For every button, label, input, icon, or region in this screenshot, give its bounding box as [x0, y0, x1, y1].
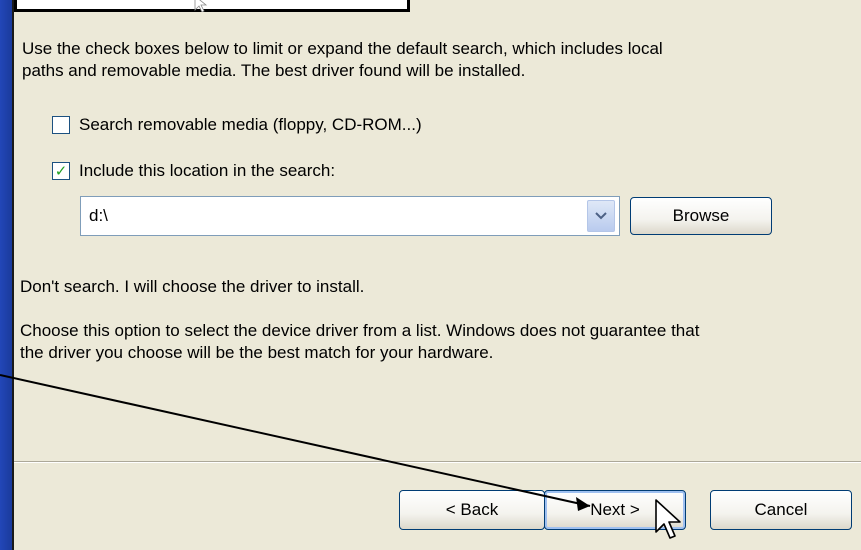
include-location-label[interactable]: Include this location in the search: — [79, 161, 335, 181]
browse-button[interactable]: Browse — [630, 197, 772, 235]
desktop-background-strip — [0, 0, 12, 550]
choose-info-line-2: the driver you choose will be the best m… — [20, 343, 494, 362]
removable-media-checkbox[interactable] — [52, 116, 70, 134]
back-button[interactable]: < Back — [399, 490, 545, 530]
hardware-wizard-dialog: Use the check boxes below to limit or ex… — [12, 0, 861, 550]
choose-info-line-1: Choose this option to select the device … — [20, 321, 700, 340]
callout-box — [14, 0, 410, 12]
removable-media-label[interactable]: Search removable media (floppy, CD-ROM..… — [79, 115, 422, 135]
cursor-icon — [194, 0, 208, 12]
button-separator — [14, 461, 861, 463]
checkmark-icon: ✓ — [54, 162, 68, 180]
next-button[interactable]: Next > — [544, 490, 686, 530]
location-value[interactable]: d:\ — [89, 206, 587, 226]
include-location-option[interactable]: ✓ Include this location in the search: — [52, 161, 335, 181]
cancel-button[interactable]: Cancel — [710, 490, 852, 530]
removable-media-option[interactable]: Search removable media (floppy, CD-ROM..… — [52, 115, 422, 135]
dont-search-option[interactable]: Don't search. I will choose the driver t… — [20, 276, 364, 298]
dropdown-arrow-icon[interactable] — [587, 200, 615, 232]
description-line-1: Use the check boxes below to limit or ex… — [22, 39, 663, 58]
location-combobox[interactable]: d:\ — [80, 196, 620, 236]
description-line-2: paths and removable media. The best driv… — [22, 61, 526, 80]
include-location-checkbox[interactable]: ✓ — [52, 162, 70, 180]
